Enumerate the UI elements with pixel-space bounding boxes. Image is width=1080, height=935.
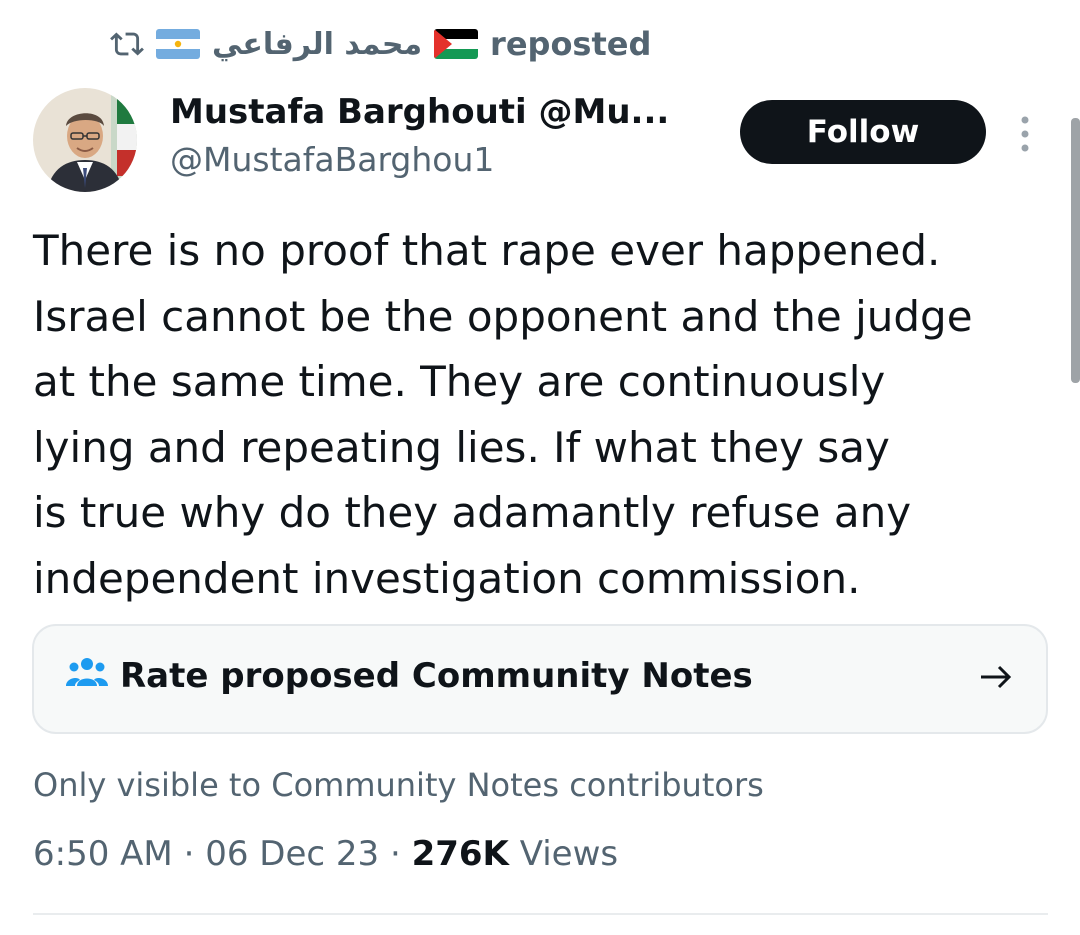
people-icon xyxy=(66,658,108,686)
views-label: Views xyxy=(519,834,619,874)
palestine-flag xyxy=(434,29,479,59)
meta-separator: · xyxy=(389,834,401,874)
divider xyxy=(33,913,1048,915)
argentina-flag xyxy=(156,29,200,59)
repost-header[interactable]: محمد الرفاعي reposted xyxy=(110,22,651,66)
author-display-name[interactable]: Mustafa Barghouti @Mu... xyxy=(170,92,669,132)
meta-separator: · xyxy=(183,834,195,874)
author-handle[interactable]: @MustafaBarghou1 xyxy=(170,140,494,179)
tweet-text: There is no proof that rape ever happene… xyxy=(33,226,973,603)
tweet-meta: 6:50 AM · 06 Dec 23 · 276K Views xyxy=(33,834,618,874)
rate-community-notes-label: Rate proposed Community Notes xyxy=(120,656,753,696)
tweet-time[interactable]: 6:50 AM xyxy=(33,834,173,874)
repost-label: reposted xyxy=(490,25,652,63)
scrollbar[interactable] xyxy=(1071,118,1080,383)
reposter-name[interactable]: محمد الرفاعي xyxy=(212,27,422,62)
avatar[interactable] xyxy=(33,88,137,192)
more-vertical-icon[interactable] xyxy=(1013,112,1037,156)
rate-community-notes-card[interactable]: Rate proposed Community Notes xyxy=(32,624,1048,734)
arrow-right-icon xyxy=(981,665,1012,689)
tweet-date[interactable]: 06 Dec 23 xyxy=(205,834,379,874)
community-notes-visibility-note: Only visible to Community Notes contribu… xyxy=(33,766,764,804)
views-count: 276K xyxy=(411,834,509,874)
follow-button[interactable]: Follow xyxy=(740,100,986,164)
repost-icon xyxy=(110,32,144,56)
